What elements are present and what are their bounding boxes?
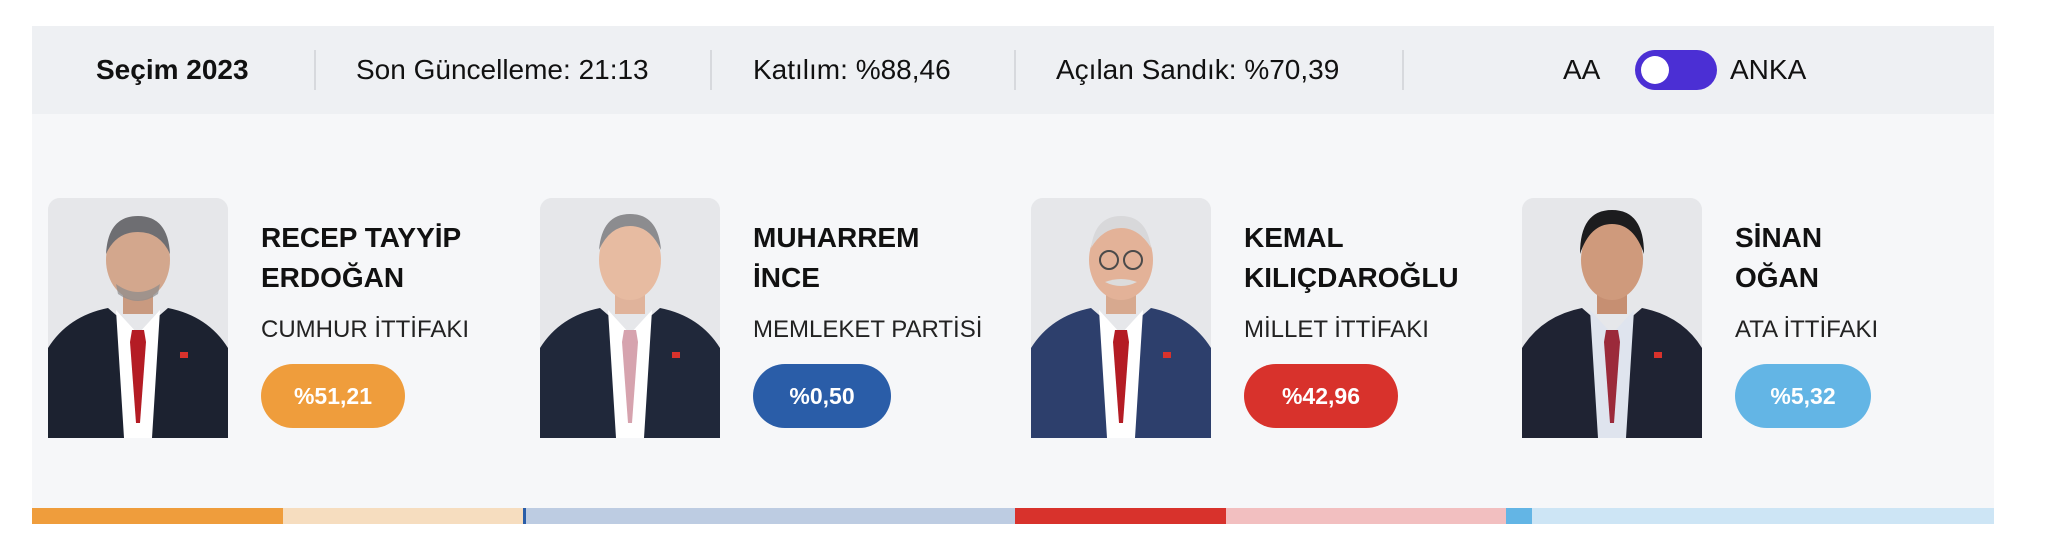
candidate-name-line2: İNCE <box>753 262 820 293</box>
candidate-card-kilicdaroglu[interactable]: KEMAL KILIÇDAROĞLU MİLLET İTTİFAKI %42,9… <box>1031 198 1511 438</box>
candidate-card-erdogan[interactable]: RECEP TAYYİP ERDOĞAN CUMHUR İTTİFAKI %51… <box>48 198 528 438</box>
election-widget: Seçim 2023 Son Güncelleme: 21:13 Katılım… <box>32 26 1994 524</box>
toggle-knob[interactable] <box>1641 56 1669 84</box>
candidate-name: MUHARREM İNCE <box>753 218 919 298</box>
bar-erdogan-track <box>283 508 523 524</box>
candidate-card-ince[interactable]: MUHARREM İNCE MEMLEKET PARTİSİ %0,50 <box>540 198 1020 438</box>
candidate-name: RECEP TAYYİP ERDOĞAN <box>261 218 461 298</box>
turnout-text: Katılım: %88,46 <box>753 54 951 85</box>
candidate-photo-erdogan <box>48 198 228 438</box>
candidate-party: MEMLEKET PARTİSİ <box>753 316 983 343</box>
candidate-party: MİLLET İTTİFAKI <box>1244 316 1429 343</box>
source-label-aa[interactable]: AA <box>1563 26 1600 114</box>
candidate-name: KEMAL KILIÇDAROĞLU <box>1244 218 1459 298</box>
bar-ogan-track <box>1532 508 1994 524</box>
candidate-party: ATA İTTİFAKI <box>1735 316 1879 343</box>
vote-share-badge: %0,50 <box>753 364 891 428</box>
candidate-name-line1: KEMAL <box>1244 222 1344 253</box>
bar-ince-track <box>526 508 1015 524</box>
vote-share-badge: %51,21 <box>261 364 405 428</box>
source-label-anka[interactable]: ANKA <box>1730 26 1806 114</box>
divider <box>314 50 316 90</box>
candidate-name-line1: MUHARREM <box>753 222 920 253</box>
candidate-photo-ince <box>540 198 720 438</box>
candidate-photo-kilicdaroglu <box>1031 198 1211 438</box>
vote-share-bar <box>32 508 1994 524</box>
candidate-name-line1: RECEP TAYYİP <box>261 222 462 253</box>
vote-share-badge: %5,32 <box>1735 364 1871 428</box>
candidate-photo-ogan <box>1522 198 1702 438</box>
opened-ballots-text: Açılan Sandık: %70,39 <box>1056 54 1340 85</box>
status-bar: Seçim 2023 Son Güncelleme: 21:13 Katılım… <box>32 26 1994 114</box>
divider <box>710 50 712 90</box>
candidate-name-line2: KILIÇDAROĞLU <box>1244 262 1459 293</box>
vote-share-badge: %42,96 <box>1244 364 1398 428</box>
candidate-card-ogan[interactable]: SİNAN OĞAN ATA İTTİFAKI %5,32 <box>1522 198 2002 438</box>
bar-erdogan <box>32 508 283 524</box>
candidate-name: SİNAN OĞAN <box>1735 218 1822 298</box>
divider <box>1402 50 1404 90</box>
bar-kilicdaroglu <box>1015 508 1226 524</box>
last-update-text: Son Güncelleme: 21:13 <box>356 54 649 85</box>
divider <box>1014 50 1016 90</box>
candidate-name-line2: OĞAN <box>1735 262 1819 293</box>
election-title: Seçim 2023 <box>96 54 249 85</box>
candidate-name-line1: SİNAN <box>1735 222 1823 253</box>
bar-kilicdaroglu-track <box>1226 508 1506 524</box>
source-toggle[interactable] <box>1635 50 1717 90</box>
candidate-name-line2: ERDOĞAN <box>261 262 405 293</box>
bar-ogan <box>1506 508 1532 524</box>
candidate-party: CUMHUR İTTİFAKI <box>261 316 469 343</box>
